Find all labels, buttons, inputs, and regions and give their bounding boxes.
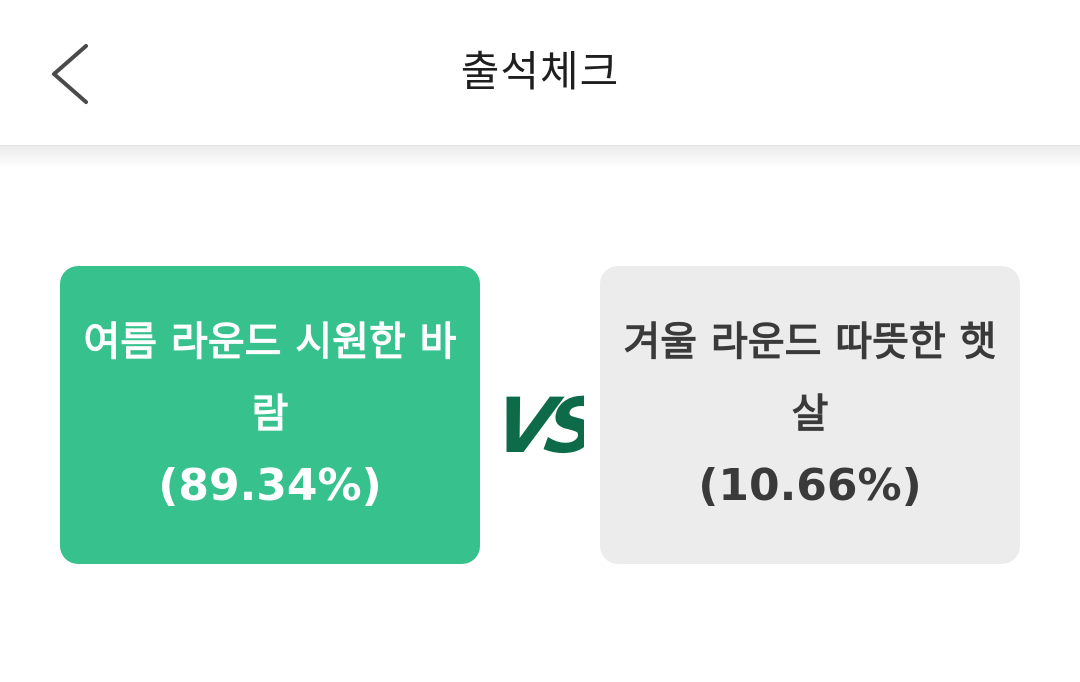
option-label-summer: 여름 라운드 시원한 바람 xyxy=(83,319,457,437)
header-shadow xyxy=(0,146,1080,168)
vote-option-summer[interactable]: 여름 라운드 시원한 바람 (89.34%) xyxy=(60,266,480,564)
top-app-bar: 출석체크 xyxy=(0,0,1080,146)
vote-option-winter[interactable]: 겨울 라운드 따뜻한 햇살 (10.66%) xyxy=(600,266,1020,564)
option-percent-summer: (89.34%) xyxy=(158,460,382,511)
vs-icon: VS xyxy=(500,383,584,470)
vs-label: VS xyxy=(500,383,584,470)
option-label-winter: 겨울 라운드 따뜻한 햇살 xyxy=(623,319,997,437)
page-title: 출석체크 xyxy=(460,47,620,96)
option-percent-winter: (10.66%) xyxy=(698,460,922,511)
